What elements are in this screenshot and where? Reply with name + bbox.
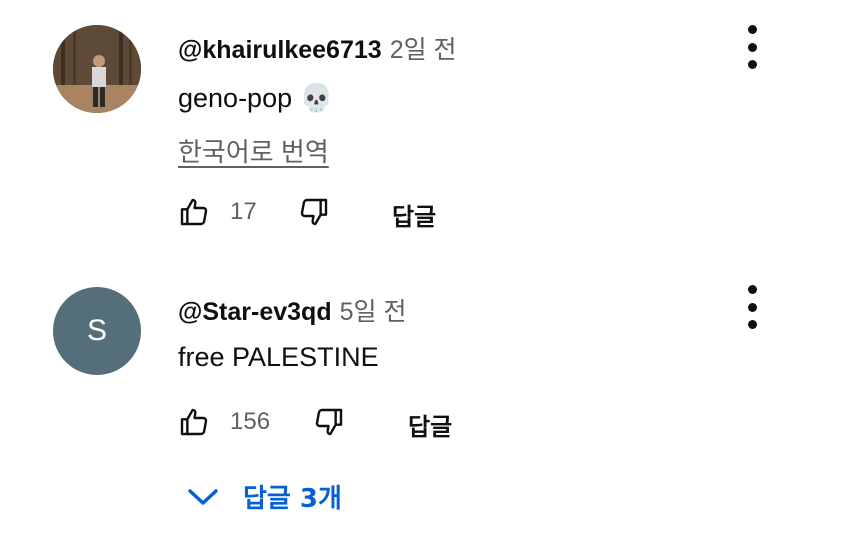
avatar-letter: S [86, 314, 107, 347]
avatar-photo-icon [53, 25, 141, 113]
avatar[interactable]: S [53, 287, 141, 375]
dislike-button[interactable] [298, 196, 330, 228]
more-options-button[interactable] [738, 25, 766, 69]
reply-button[interactable]: 답글 [392, 197, 436, 232]
reply-button[interactable]: 답글 [408, 407, 452, 442]
comment-header: @Star-ev3qd 5일 전 [178, 292, 406, 328]
comment-time[interactable]: 5일 전 [340, 298, 407, 326]
author-handle[interactable]: @Star-ev3qd [178, 298, 332, 326]
more-vert-dot [747, 60, 757, 69]
comment-time[interactable]: 2일 전 [390, 36, 457, 64]
thumb-down-icon [298, 196, 330, 228]
thumb-up-icon [178, 196, 210, 228]
comment-header: @khairulkee6713 2일 전 [178, 30, 457, 66]
more-vert-icon [747, 285, 757, 294]
comment-text-content: geno-pop [178, 83, 293, 113]
skull-emoji: 💀 [299, 83, 334, 114]
view-replies-button[interactable]: 답글 3개 [185, 478, 342, 515]
more-options-button[interactable] [738, 285, 766, 329]
dislike-button[interactable] [313, 406, 345, 438]
author-handle[interactable]: @khairulkee6713 [178, 36, 382, 64]
avatar[interactable] [53, 25, 141, 113]
like-count: 17 [230, 198, 257, 225]
comment-text: free PALESTINE [178, 342, 379, 373]
more-vert-icon [747, 25, 757, 34]
comment-text-content: free PALESTINE [178, 342, 379, 372]
like-button[interactable]: 156 [178, 406, 270, 438]
comment-text: geno-pop 💀 [178, 82, 333, 114]
like-count: 156 [230, 408, 271, 435]
like-button[interactable]: 17 [178, 196, 257, 228]
more-vert-dot [747, 302, 757, 312]
more-vert-dot [747, 320, 757, 329]
view-replies-label: 답글 3개 [243, 484, 342, 514]
thumb-up-icon [178, 406, 210, 438]
thumb-down-icon [313, 406, 345, 438]
more-vert-dot [747, 42, 757, 52]
translate-link[interactable]: 한국어로 번역 [178, 132, 329, 169]
chevron-down-icon [185, 485, 221, 509]
